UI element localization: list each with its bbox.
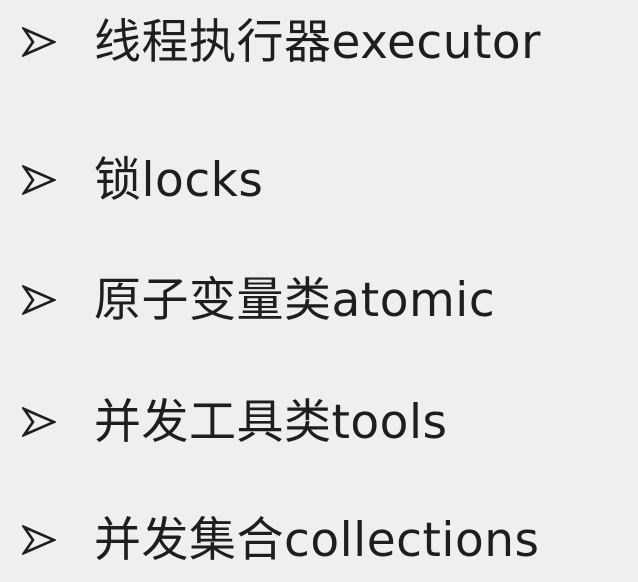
list-item: 锁locks	[22, 148, 263, 212]
list-item: 线程执行器executor	[22, 10, 541, 74]
arrowhead-bullet-icon	[22, 525, 56, 555]
arrowhead-bullet-icon	[22, 285, 56, 315]
list-item: 并发集合collections	[22, 508, 540, 572]
arrowhead-bullet-icon	[22, 407, 56, 437]
bullet-list: 线程执行器executor 锁locks 原子变量类atomic 并发工具类to…	[0, 0, 638, 582]
arrowhead-bullet-icon	[22, 27, 56, 57]
list-item-text: 并发工具类tools	[94, 394, 448, 450]
list-item-text: 锁locks	[94, 152, 264, 208]
list-item: 原子变量类atomic	[22, 268, 495, 332]
list-item: 并发工具类tools	[22, 390, 447, 454]
list-item-text: 原子变量类atomic	[94, 272, 496, 328]
arrowhead-bullet-icon	[22, 165, 56, 195]
list-item-text: 线程执行器executor	[94, 14, 542, 70]
list-item-text: 并发集合collections	[94, 512, 540, 568]
